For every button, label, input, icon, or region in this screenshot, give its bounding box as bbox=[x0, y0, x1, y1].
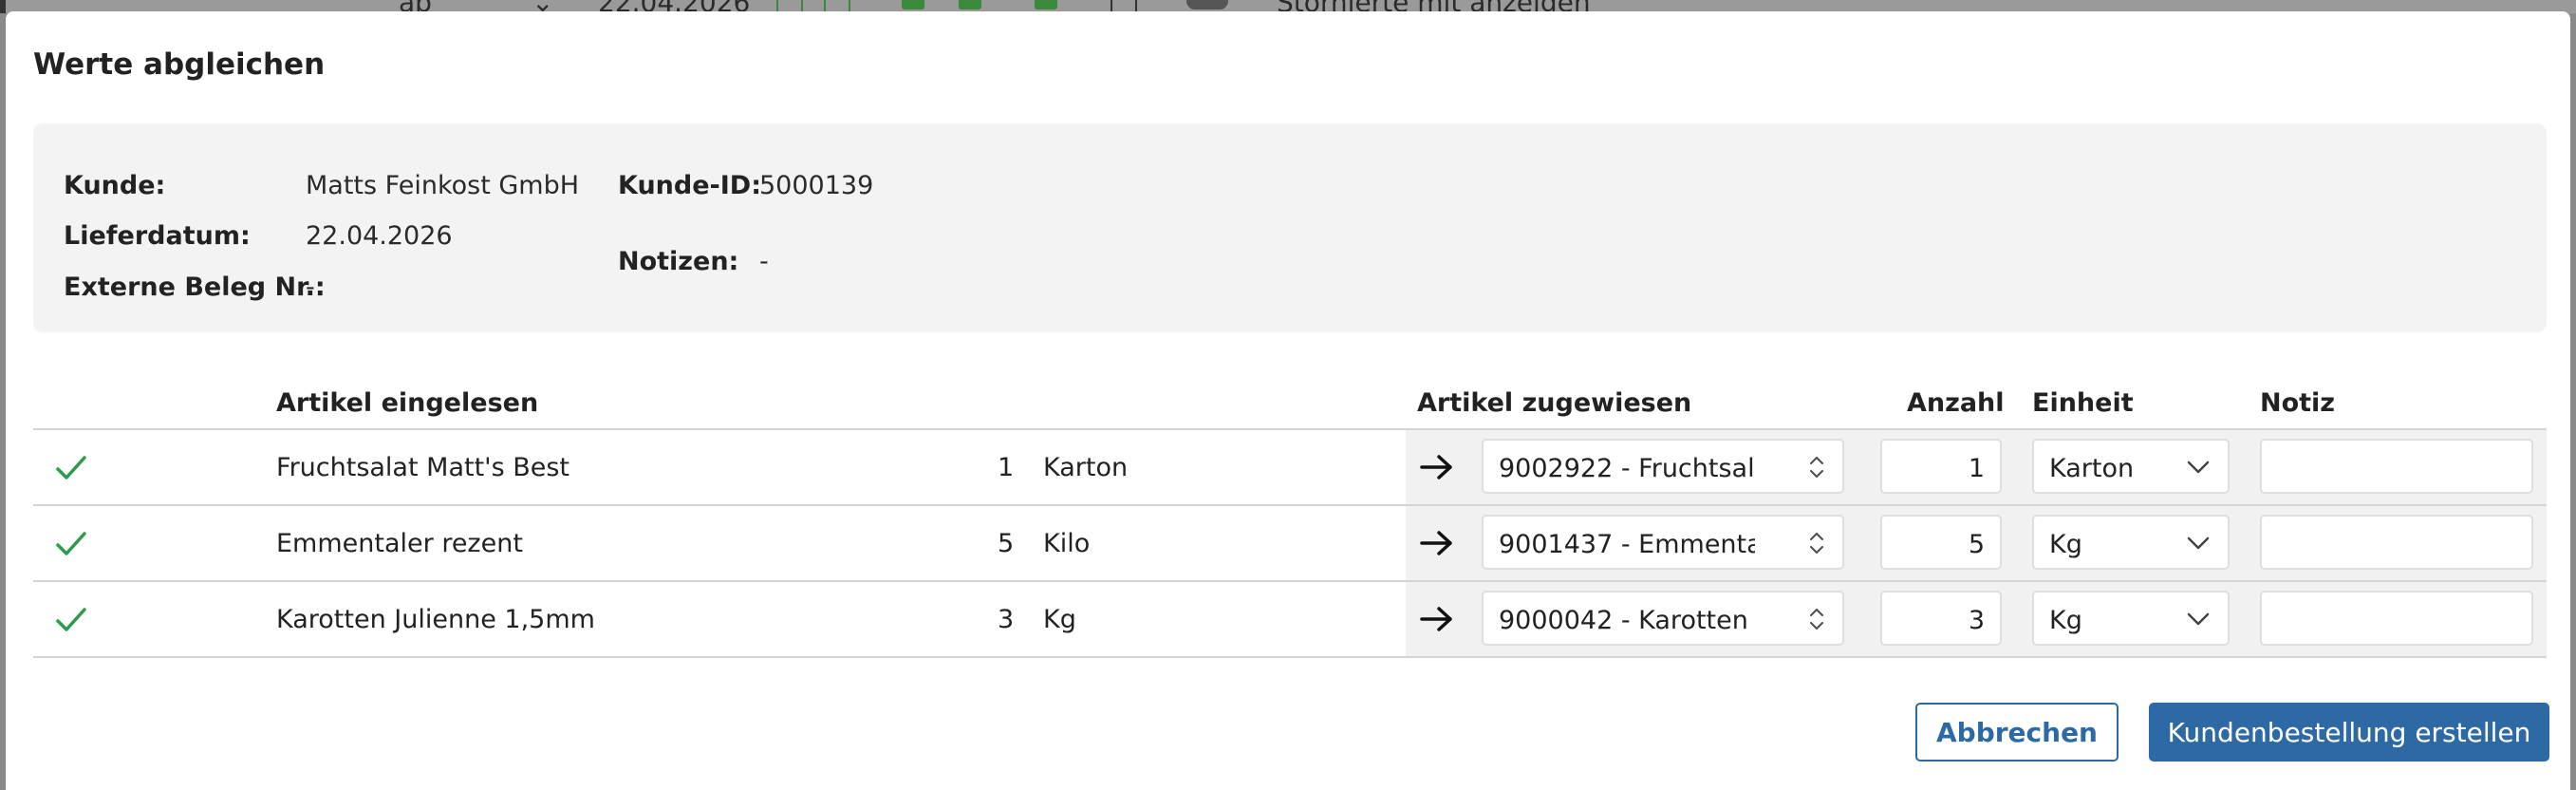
chevron-down-icon bbox=[2187, 536, 2210, 550]
read-article-name: Emmentaler rezent bbox=[276, 529, 523, 558]
notes-value: - bbox=[759, 247, 769, 276]
read-article-qty: 3 bbox=[998, 605, 1015, 634]
quantity-value: 5 bbox=[1968, 530, 1985, 559]
quantity-value: 3 bbox=[1968, 606, 1985, 635]
assigned-article-value: 9000042 - Karotten Ju bbox=[1499, 606, 1755, 635]
dialog-title: Werte abgleichen bbox=[33, 47, 326, 82]
table-row: Fruchtsalat Matt's Best 1 Karton 9002922… bbox=[33, 430, 2547, 505]
note-input[interactable] bbox=[2260, 591, 2533, 646]
assigned-article-value: 9002922 - Fruchtsalat bbox=[1499, 454, 1755, 483]
background-users-icon[interactable] bbox=[959, 0, 981, 9]
customer-id-label: Kunde-ID: bbox=[618, 171, 761, 200]
note-input[interactable] bbox=[2260, 439, 2533, 494]
unit-value: Kg bbox=[2049, 606, 2082, 635]
check-icon bbox=[56, 532, 86, 555]
quantity-value: 1 bbox=[1968, 454, 1985, 483]
background-sidebar-edge bbox=[0, 0, 6, 13]
assigned-article-value: 9001437 - Emmentaler bbox=[1499, 530, 1755, 559]
assigned-article-select[interactable]: 9001437 - Emmentaler bbox=[1482, 515, 1844, 570]
updown-icon bbox=[1809, 456, 1824, 479]
arrow-right-icon bbox=[1420, 531, 1452, 555]
external-doc-label: Externe Beleg Nr.: bbox=[64, 273, 326, 302]
assigned-article-select[interactable]: 9002922 - Fruchtsalat bbox=[1482, 439, 1844, 494]
delivery-date-value: 22.04.2026 bbox=[306, 221, 453, 251]
background-toggle[interactable] bbox=[1186, 0, 1228, 9]
read-article-unit: Karton bbox=[1043, 453, 1129, 482]
background-add-icon[interactable] bbox=[902, 0, 924, 9]
read-article-qty: 1 bbox=[998, 453, 1015, 482]
table-row: Karotten Julienne 1,5mm 3 Kg 9000042 - K… bbox=[33, 582, 2547, 657]
header-quantity: Anzahl bbox=[1907, 388, 2005, 418]
read-article-name: Karotten Julienne 1,5mm bbox=[276, 605, 595, 634]
check-icon bbox=[56, 608, 86, 631]
create-customer-order-button[interactable]: Kundenbestellung erstellen bbox=[2149, 703, 2549, 762]
cancel-button[interactable]: Abbrechen bbox=[1915, 703, 2119, 762]
read-article-unit: Kilo bbox=[1043, 529, 1091, 558]
unit-select[interactable]: Kg bbox=[2032, 515, 2230, 570]
read-article-unit: Kg bbox=[1043, 605, 1076, 634]
assigned-article-select[interactable]: 9000042 - Karotten Ju bbox=[1482, 591, 1844, 646]
notes-label: Notizen: bbox=[618, 247, 739, 276]
background-download-icon[interactable] bbox=[1035, 0, 1057, 9]
unit-select[interactable]: Kg bbox=[2032, 591, 2230, 646]
updown-icon bbox=[1809, 532, 1824, 555]
customer-label: Kunde: bbox=[64, 171, 166, 200]
quantity-input[interactable]: 5 bbox=[1880, 515, 2002, 570]
customer-value: Matts Feinkost GmbH bbox=[306, 171, 580, 200]
unit-value: Kg bbox=[2049, 530, 2082, 559]
table-row: Emmentaler rezent 5 Kilo 9001437 - Emmen… bbox=[33, 506, 2547, 581]
note-input[interactable] bbox=[2260, 515, 2533, 570]
read-article-name: Fruchtsalat Matt's Best bbox=[276, 453, 570, 482]
customer-id-value: 5000139 bbox=[759, 171, 874, 200]
chevron-down-icon bbox=[2187, 461, 2210, 474]
read-article-qty: 5 bbox=[998, 529, 1015, 558]
header-note: Notiz bbox=[2260, 388, 2336, 418]
table-divider bbox=[33, 656, 2547, 658]
order-info-panel: Kunde: Matts Feinkost GmbH Kunde-ID: 500… bbox=[33, 123, 2547, 332]
external-doc-value: - bbox=[306, 273, 315, 302]
chevron-down-icon bbox=[2187, 612, 2210, 626]
header-unit: Einheit bbox=[2032, 388, 2134, 418]
header-assigned-article: Artikel zugewiesen bbox=[1417, 388, 1692, 418]
updown-icon bbox=[1809, 608, 1824, 630]
quantity-input[interactable]: 1 bbox=[1880, 439, 2002, 494]
arrow-right-icon bbox=[1420, 607, 1452, 631]
unit-value: Karton bbox=[2049, 454, 2135, 483]
check-icon bbox=[56, 456, 86, 480]
arrow-right-icon bbox=[1420, 455, 1452, 480]
match-values-dialog: Werte abgleichen Kunde: Matts Feinkost G… bbox=[6, 11, 2570, 790]
unit-select[interactable]: Karton bbox=[2032, 439, 2230, 494]
quantity-input[interactable]: 3 bbox=[1880, 591, 2002, 646]
header-read-article: Artikel eingelesen bbox=[276, 388, 539, 418]
delivery-date-label: Lieferdatum: bbox=[64, 221, 251, 251]
